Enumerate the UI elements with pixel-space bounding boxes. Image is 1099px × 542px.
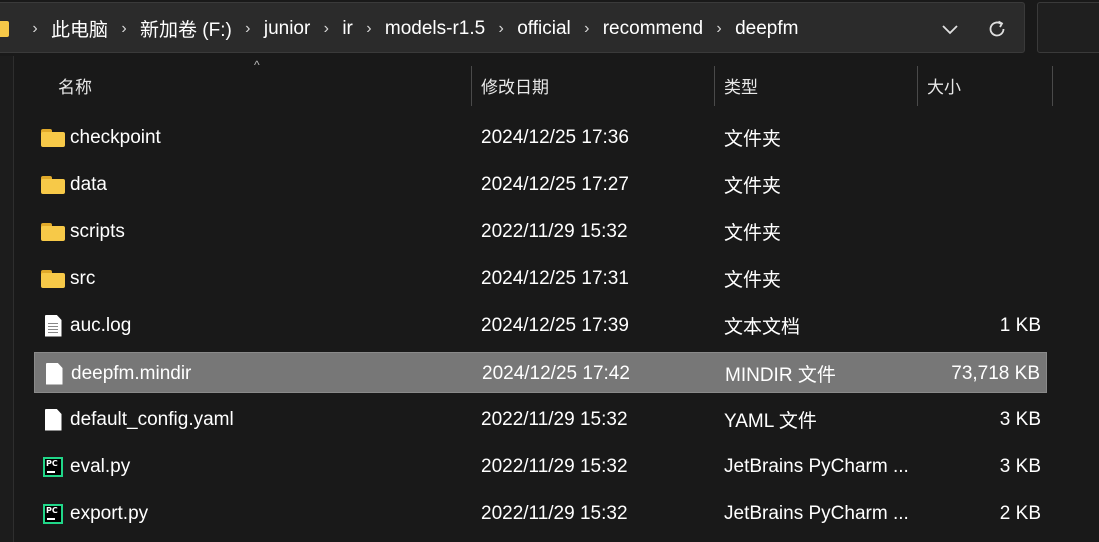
file-size: 3 KB xyxy=(999,455,1041,477)
chevron-right-icon[interactable]: › xyxy=(705,20,733,38)
column-divider[interactable] xyxy=(714,66,715,106)
file-date: 2024/12/25 17:31 xyxy=(481,267,629,289)
search-input[interactable] xyxy=(1037,2,1099,53)
file-date: 2024/12/25 17:39 xyxy=(481,314,629,336)
file-type: JetBrains PyCharm ... xyxy=(724,455,909,477)
file-row[interactable]: checkpoint 2024/12/25 17:36 文件夹 xyxy=(34,117,1047,158)
file-name: auc.log xyxy=(70,314,132,336)
file-date: 2024/12/25 17:27 xyxy=(481,173,629,195)
file-name: default_config.yaml xyxy=(70,408,234,430)
file-row[interactable]: scripts 2022/11/29 15:32 文件夹 xyxy=(34,211,1047,252)
folder-icon xyxy=(41,222,65,241)
file-name: scripts xyxy=(70,220,125,242)
column-name[interactable]: 名称 xyxy=(58,60,92,110)
file-row[interactable]: src 2024/12/25 17:31 文件夹 xyxy=(34,258,1047,299)
pycharm-file-icon: PC xyxy=(43,503,63,524)
breadcrumb: › 此电脑 › 新加卷 (F:) › junior › ir › models-… xyxy=(0,3,800,54)
breadcrumb-item-ir[interactable]: ir xyxy=(340,18,355,40)
file-icon xyxy=(45,362,63,385)
column-type[interactable]: 类型 xyxy=(724,60,758,110)
text-file-icon xyxy=(44,314,62,337)
file-size: 1 KB xyxy=(999,314,1041,336)
file-size: 3 KB xyxy=(999,408,1041,430)
chevron-right-icon[interactable]: › xyxy=(312,20,340,38)
file-row[interactable]: auc.log 2024/12/25 17:39 文本文档 1 KB xyxy=(34,305,1047,346)
file-type: 文件夹 xyxy=(724,270,782,291)
file-type: 文件夹 xyxy=(724,223,782,244)
file-date: 2022/11/29 15:32 xyxy=(481,455,628,477)
address-bar[interactable]: › 此电脑 › 新加卷 (F:) › junior › ir › models-… xyxy=(0,2,1025,53)
file-name: data xyxy=(70,173,107,195)
chevron-right-icon[interactable]: › xyxy=(110,20,138,38)
breadcrumb-item-recommend[interactable]: recommend xyxy=(601,18,705,40)
file-name: export.py xyxy=(70,502,149,524)
file-type: JetBrains PyCharm ... xyxy=(724,502,909,524)
refresh-icon xyxy=(989,20,1005,37)
breadcrumb-item-models[interactable]: models-r1.5 xyxy=(383,18,487,40)
folder-icon xyxy=(41,175,65,194)
file-date: 2022/11/29 15:32 xyxy=(481,408,628,430)
file-type: 文件夹 xyxy=(724,176,782,197)
file-date: 2024/12/25 17:42 xyxy=(482,362,630,384)
folder-icon xyxy=(41,128,65,147)
chevron-right-icon[interactable]: › xyxy=(487,20,515,38)
column-date[interactable]: 修改日期 xyxy=(481,60,549,110)
file-size: 2 KB xyxy=(999,502,1041,524)
file-row-selected[interactable]: deepfm.mindir 2024/12/25 17:42 MINDIR 文件… xyxy=(34,352,1047,393)
file-size: 73,718 KB xyxy=(951,362,1040,384)
column-size[interactable]: 大小 xyxy=(927,60,961,110)
file-date: 2024/12/25 17:36 xyxy=(481,126,629,148)
file-row[interactable]: default_config.yaml 2022/11/29 15:32 YAM… xyxy=(34,399,1047,440)
file-date: 2022/11/29 15:32 xyxy=(481,502,628,524)
file-row[interactable]: PC export.py 2022/11/29 15:32 JetBrains … xyxy=(34,493,1047,534)
file-type: 文本文档 xyxy=(724,317,801,338)
file-date: 2022/11/29 15:32 xyxy=(481,220,628,242)
pycharm-file-icon: PC xyxy=(43,456,63,477)
file-type: MINDIR 文件 xyxy=(725,365,836,386)
breadcrumb-item-drive[interactable]: 新加卷 (F:) xyxy=(138,15,234,42)
file-row[interactable]: data 2024/12/25 17:27 文件夹 xyxy=(34,164,1047,205)
file-icon xyxy=(44,408,62,431)
refresh-button[interactable] xyxy=(981,13,1013,45)
breadcrumb-item-junior[interactable]: junior xyxy=(262,18,312,40)
column-header: ^ 名称 修改日期 类型 大小 xyxy=(14,58,1099,110)
file-name: eval.py xyxy=(70,455,131,477)
file-type: YAML 文件 xyxy=(724,411,817,432)
chevron-right-icon[interactable]: › xyxy=(355,20,383,38)
column-type-label: 类型 xyxy=(724,77,758,97)
file-name: src xyxy=(70,267,96,289)
column-divider[interactable] xyxy=(471,66,472,106)
column-name-label: 名称 xyxy=(58,77,92,97)
folder-icon xyxy=(0,20,9,37)
column-divider[interactable] xyxy=(917,66,918,106)
address-history-dropdown[interactable] xyxy=(934,13,966,45)
breadcrumb-item-this-pc[interactable]: 此电脑 xyxy=(49,15,110,42)
chevron-right-icon[interactable]: › xyxy=(234,20,262,38)
folder-icon xyxy=(41,269,65,288)
column-size-label: 大小 xyxy=(927,77,961,97)
column-date-label: 修改日期 xyxy=(481,77,549,97)
file-row[interactable]: PC eval.py 2022/11/29 15:32 JetBrains Py… xyxy=(34,446,1047,487)
navigation-pane[interactable] xyxy=(0,56,14,542)
file-name: checkpoint xyxy=(70,126,161,148)
column-divider[interactable] xyxy=(1052,66,1053,106)
chevron-right-icon[interactable]: › xyxy=(21,20,49,38)
chevron-right-icon[interactable]: › xyxy=(573,20,601,38)
breadcrumb-item-official[interactable]: official xyxy=(515,18,573,40)
file-type: 文件夹 xyxy=(724,129,782,150)
file-name: deepfm.mindir xyxy=(71,362,192,384)
chevron-down-icon xyxy=(942,25,958,35)
breadcrumb-item-deepfm[interactable]: deepfm xyxy=(733,18,800,40)
sort-ascending-icon: ^ xyxy=(254,58,260,72)
